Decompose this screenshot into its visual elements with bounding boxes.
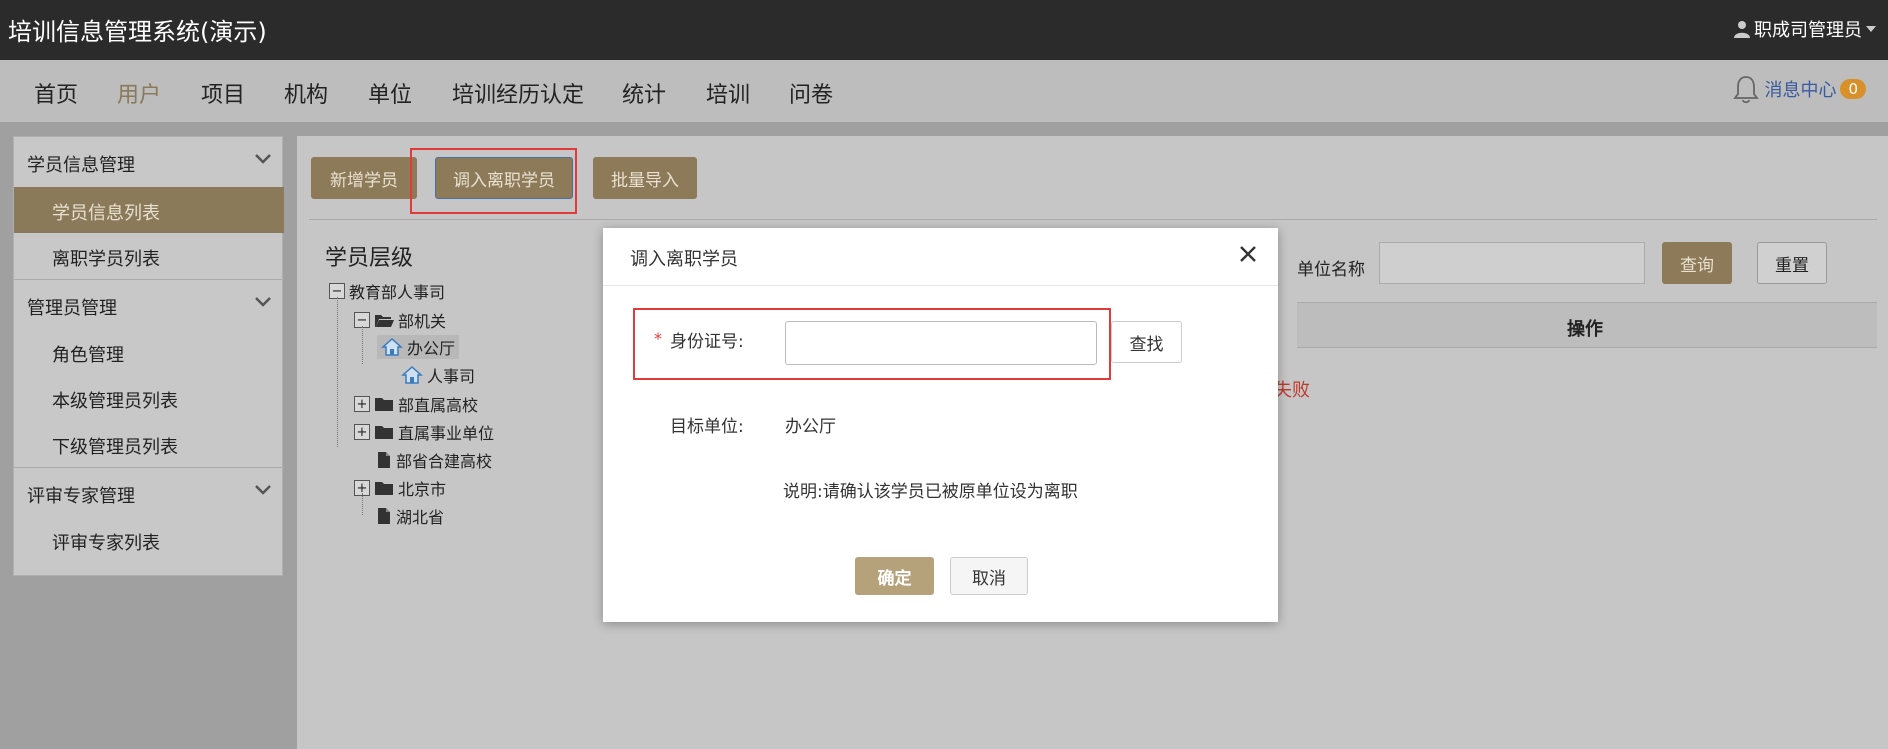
note-text: 说明:请确认该学员已被原单位设为离职 (783, 482, 1078, 502)
sidebar-item-student-list[interactable]: 学员信息列表 (14, 187, 284, 233)
top-bar: 培训信息管理系统(演示) 职成司管理员 (0, 0, 1888, 60)
nav-item-users[interactable]: 用户 (117, 77, 161, 109)
user-icon (1734, 21, 1750, 38)
app-title: 培训信息管理系统(演示) (8, 18, 267, 46)
chevron-down-icon (255, 297, 271, 307)
chevron-down-icon (255, 154, 271, 164)
sidebar: 学员信息管理 学员信息列表 离职学员列表 管理员管理 角色管理 本级管理员列表 … (13, 136, 284, 576)
transfer-student-button[interactable]: 调入离职学员 (435, 157, 573, 199)
folder-icon (375, 482, 393, 495)
column-header-action: 操作 (1567, 319, 1603, 340)
tree-node-label: 北京市 (398, 480, 447, 499)
sidebar-item-sub-admins[interactable]: 下级管理员列表 (14, 421, 284, 467)
sidebar-group-label: 评审专家管理 (27, 486, 135, 507)
sidebar-item-label: 评审专家列表 (52, 533, 160, 554)
batch-import-button[interactable]: 批量导入 (593, 157, 697, 199)
folder-open-icon (375, 315, 394, 327)
sidebar-item-label: 本级管理员列表 (52, 391, 178, 412)
file-icon (378, 452, 390, 468)
divider (309, 219, 1877, 220)
nav-item-questionnaire[interactable]: 问卷 (789, 77, 833, 109)
sidebar-item-expert-list[interactable]: 评审专家列表 (14, 517, 284, 563)
tree-node-ministry[interactable]: − 部机关 (354, 308, 446, 332)
sidebar-item-roles[interactable]: 角色管理 (14, 329, 284, 375)
sidebar-group-admins[interactable]: 管理员管理 (14, 280, 284, 328)
query-button[interactable]: 查询 (1662, 242, 1732, 284)
find-button[interactable]: 查找 (1111, 321, 1182, 363)
sidebar-group-experts[interactable]: 评审专家管理 (14, 468, 284, 516)
expand-icon[interactable]: + (354, 424, 370, 440)
caret-down-icon (1866, 26, 1876, 32)
modal-title: 调入离职学员 (630, 249, 738, 270)
message-center[interactable]: 消息中心 0 (1732, 74, 1866, 104)
sidebar-item-label: 角色管理 (52, 345, 124, 366)
id-number-label: 身份证号: (670, 332, 744, 352)
confirm-button[interactable]: 确定 (855, 557, 934, 595)
tree-node-label: 人事司 (427, 367, 476, 386)
home-icon (401, 365, 423, 384)
tree-title: 学员层级 (325, 246, 414, 271)
user-name: 职成司管理员 (1754, 20, 1862, 41)
folder-icon (375, 398, 393, 411)
nav-item-statistics[interactable]: 统计 (622, 77, 666, 109)
tree-node-hubei[interactable]: 湖北省 (376, 504, 444, 528)
nav-item-units[interactable]: 单位 (368, 77, 412, 109)
tree-node-label: 部省合建高校 (396, 452, 493, 471)
id-number-input[interactable] (785, 321, 1097, 365)
tree-node-beijing[interactable]: + 北京市 (354, 476, 446, 500)
home-icon (381, 337, 403, 356)
chevron-down-icon (255, 485, 271, 495)
tree-line (337, 297, 338, 447)
table-header: 操作 (1297, 302, 1877, 348)
tree-node-label: 教育部人事司 (349, 283, 446, 302)
sidebar-item-label: 下级管理员列表 (52, 437, 178, 458)
add-student-button[interactable]: 新增学员 (311, 157, 417, 199)
expand-icon[interactable]: + (354, 396, 370, 412)
tree-node-label: 部直属高校 (398, 396, 479, 415)
required-mark: * (654, 329, 662, 348)
tree-node-root[interactable]: − 教育部人事司 (329, 279, 445, 303)
tree-node-office[interactable]: 办公厅 (377, 335, 460, 359)
bell-icon (1733, 76, 1760, 104)
tree-line (362, 326, 363, 364)
modal-header: 调入离职学员 (603, 228, 1278, 286)
unit-name-label: 单位名称 (1297, 259, 1365, 280)
nav-item-projects[interactable]: 项目 (201, 77, 245, 109)
tree-node-hr[interactable]: 人事司 (401, 363, 475, 387)
nav-item-institutions[interactable]: 机构 (284, 77, 328, 109)
nav-item-training[interactable]: 培训 (706, 77, 750, 109)
sidebar-item-resigned-list[interactable]: 离职学员列表 (14, 233, 284, 279)
target-unit-value: 办公厅 (785, 417, 836, 437)
tree-node-joint-universities[interactable]: 部省合建高校 (376, 448, 492, 472)
close-icon[interactable] (1238, 244, 1258, 264)
tree-node-label: 直属事业单位 (398, 424, 495, 443)
nav-item-training-recognition[interactable]: 培训经历认定 (452, 77, 584, 109)
file-icon (378, 508, 390, 524)
tree-node-universities[interactable]: + 部直属高校 (354, 392, 478, 416)
tree-node-label: 部机关 (398, 312, 447, 331)
message-center-label: 消息中心 (1764, 80, 1837, 101)
status-text: 失败 (1274, 380, 1310, 401)
tree-node-label: 办公厅 (407, 339, 456, 358)
folder-icon (375, 426, 393, 439)
tree-line (362, 493, 363, 515)
nav-item-home[interactable]: 首页 (34, 77, 78, 109)
sidebar-item-label: 离职学员列表 (52, 249, 160, 270)
tree-node-institutions[interactable]: + 直属事业单位 (354, 420, 494, 444)
main-nav: 首页 用户 项目 机构 单位 培训经历认定 统计 培训 问卷 消息中心 0 (0, 60, 1888, 122)
target-unit-label: 目标单位: (670, 417, 744, 437)
sidebar-group-label: 学员信息管理 (27, 155, 135, 176)
transfer-student-modal: 调入离职学员 * 身份证号: 查找 目标单位: 办公厅 说明:请确认该学员已被原… (603, 228, 1278, 622)
sidebar-group-label: 管理员管理 (27, 298, 117, 319)
sidebar-group-students[interactable]: 学员信息管理 (14, 137, 284, 185)
tree-node-label: 湖北省 (396, 508, 445, 527)
user-menu[interactable]: 职成司管理员 (1734, 16, 1876, 42)
sidebar-item-label: 学员信息列表 (52, 203, 160, 224)
message-count-badge: 0 (1840, 79, 1866, 99)
unit-name-input[interactable] (1379, 242, 1645, 284)
sidebar-item-local-admins[interactable]: 本级管理员列表 (14, 375, 284, 421)
reset-button[interactable]: 重置 (1757, 242, 1827, 284)
cancel-button[interactable]: 取消 (950, 557, 1028, 595)
